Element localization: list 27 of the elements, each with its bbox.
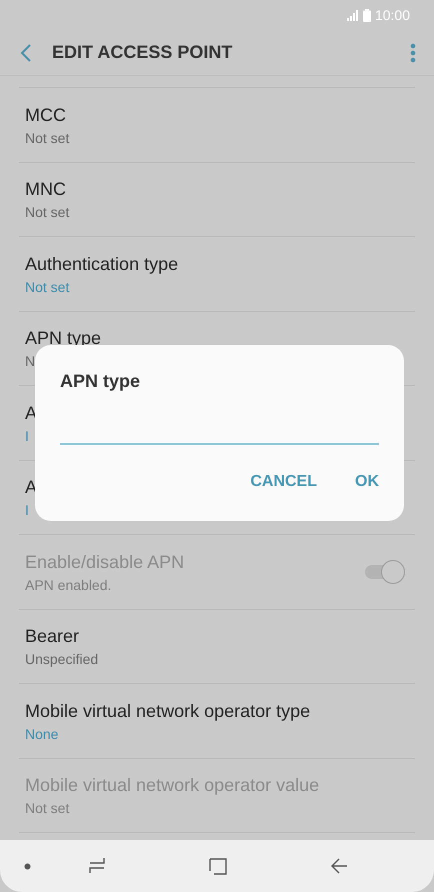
battery-icon — [362, 8, 371, 22]
home-icon[interactable] — [209, 857, 227, 875]
setting-value: I — [25, 501, 29, 520]
setting-value: None — [25, 724, 58, 744]
setting-title: Enable/disable APN — [25, 550, 184, 573]
setting-title: Authentication type — [25, 252, 178, 275]
setting-title: Bearer — [25, 625, 80, 648]
setting-value: Unspecified — [25, 650, 98, 670]
setting-value: Not set — [25, 203, 70, 222]
setting-value: Not set — [25, 128, 70, 148]
back-icon[interactable] — [330, 857, 348, 875]
setting-title: Mobile virtual network operator value — [25, 774, 320, 796]
setting-value: APN enabled. — [25, 576, 112, 595]
setting-value: I — [25, 426, 29, 446]
screen-title: EDIT ACCESS POINT — [52, 42, 234, 63]
setting-title: MNC — [25, 178, 66, 200]
cancel-button[interactable]: CANCEL — [250, 473, 317, 491]
setting-value: N — [25, 352, 36, 372]
setting-title: Mobile virtual network operator type — [25, 700, 310, 722]
setting-value: Not set — [25, 278, 70, 297]
dot-icon[interactable] — [24, 862, 31, 870]
dialog-title: APN type — [60, 371, 140, 392]
recent-apps-icon[interactable] — [88, 857, 106, 875]
setting-value: Not set — [25, 799, 70, 818]
ok-button[interactable]: OK — [355, 473, 379, 491]
signal-icon — [346, 10, 359, 20]
setting-title: MCC — [25, 104, 66, 126]
